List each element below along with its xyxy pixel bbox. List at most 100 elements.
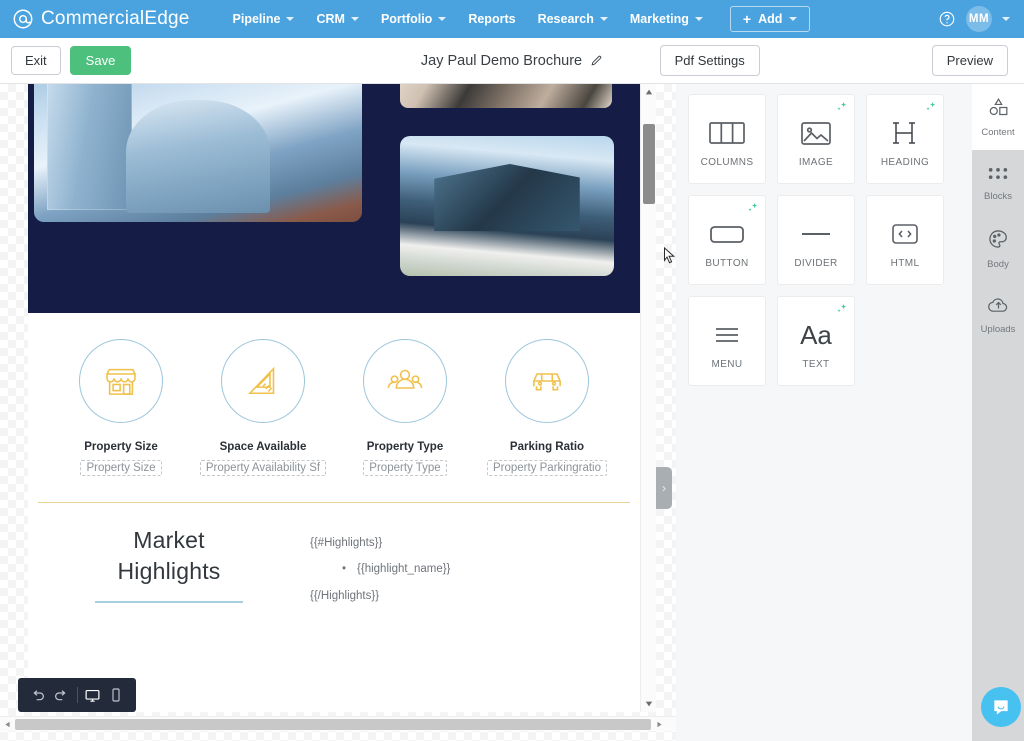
feature-title: Property Size — [84, 441, 158, 453]
feature-token[interactable]: Property Size — [80, 460, 162, 476]
hero-image-primary[interactable] — [34, 84, 362, 222]
feature-property-type[interactable]: Property Type Property Type — [334, 339, 476, 476]
block-label: BUTTON — [705, 257, 749, 269]
property-features-row: Property Size Property Size Space Availa… — [28, 313, 640, 476]
nav-right-group: MM — [938, 6, 1010, 32]
horizontal-scroll-thumb[interactable] — [15, 719, 651, 730]
triangle-left-icon — [4, 721, 10, 727]
feature-space-available[interactable]: Space Available Property Availability Sf — [192, 339, 334, 476]
image-icon — [799, 111, 833, 155]
triangle-down-icon — [645, 701, 653, 707]
chat-support-button[interactable] — [981, 687, 1021, 727]
toolbar-right-group: Pdf Settings Preview — [659, 45, 1008, 76]
canvas-vertical-scrollbar[interactable] — [640, 84, 676, 712]
save-button[interactable]: Save — [69, 46, 132, 75]
scroll-left-button[interactable] — [0, 721, 14, 728]
pencil-icon[interactable] — [590, 54, 603, 67]
rail-item-uploads[interactable]: Uploads — [972, 282, 1024, 348]
scroll-right-button[interactable] — [652, 721, 666, 728]
ai-sparkle-icon — [837, 302, 848, 313]
nav-item-reports[interactable]: Reports — [457, 6, 526, 32]
text-aa-icon: Aa — [800, 319, 832, 350]
avatar[interactable]: MM — [966, 6, 992, 32]
triangle-up-icon — [645, 89, 652, 95]
scroll-up-button[interactable] — [641, 84, 656, 100]
block-label: TEXT — [802, 358, 830, 370]
feature-token[interactable]: Property Availability Sf — [199, 460, 327, 476]
add-button[interactable]: + Add — [729, 6, 811, 32]
mobile-view-button[interactable] — [104, 682, 127, 708]
blocks-grid: COLUMNS IMAGE HEADING BUTTON DIVIDER HTM… — [688, 94, 960, 386]
hero-section[interactable] — [28, 84, 640, 313]
chevron-down-icon[interactable] — [1002, 17, 1010, 21]
nav-item-pipeline[interactable]: Pipeline — [222, 6, 306, 32]
chevron-down-icon — [438, 17, 447, 21]
block-image[interactable]: IMAGE — [777, 94, 855, 184]
panel-collapse-handle[interactable]: › — [656, 467, 672, 509]
feature-title: Parking Ratio — [509, 441, 585, 453]
nav-item-research[interactable]: Research — [527, 6, 619, 32]
hero-image-secondary[interactable] — [400, 136, 614, 276]
nav-item-portfolio[interactable]: Portfolio — [370, 6, 457, 32]
block-html[interactable]: HTML — [866, 195, 944, 285]
chevron-right-icon: › — [662, 481, 666, 495]
heading-line-1: Market — [133, 527, 205, 553]
chevron-down-icon — [286, 17, 295, 21]
nav-item-crm[interactable]: CRM — [305, 6, 369, 32]
canvas-area[interactable]: Property Size Property Size Space Availa… — [0, 84, 676, 741]
block-text[interactable]: Aa TEXT — [777, 296, 855, 386]
brochure-page[interactable]: Property Size Property Size Space Availa… — [28, 84, 640, 712]
market-highlights-body[interactable]: {{#Highlights}} {{highlight_name}} {{/Hi… — [292, 525, 622, 609]
block-label: COLUMNS — [700, 156, 754, 168]
rail-item-label: Uploads — [980, 324, 1016, 335]
block-menu[interactable]: MENU — [688, 296, 766, 386]
market-highlights-heading[interactable]: Market Highlights — [46, 525, 292, 609]
divider-icon — [796, 212, 836, 256]
hero-image-top-right[interactable] — [400, 84, 612, 108]
heading-underline — [95, 600, 243, 603]
grid-dots-icon — [987, 165, 1009, 187]
block-button[interactable]: BUTTON — [688, 195, 766, 285]
canvas-horizontal-scrollbar[interactable] — [0, 716, 676, 731]
nav-item-marketing[interactable]: Marketing — [619, 6, 714, 32]
redo-arrow-icon — [55, 690, 66, 701]
highlights-close-tag: {{/Highlights}} — [310, 589, 380, 602]
feature-property-size[interactable]: Property Size Property Size — [50, 339, 192, 476]
heading-text: Market Highlights — [118, 525, 221, 587]
block-heading[interactable]: HEADING — [866, 94, 944, 184]
at-circle-logo-icon — [12, 8, 34, 30]
desktop-monitor-icon — [85, 689, 100, 702]
rail-item-content[interactable]: Content — [972, 84, 1024, 150]
nav-label: CRM — [316, 12, 345, 26]
main-menu: Pipeline CRM Portfolio Reports Research … — [222, 6, 811, 32]
redo-button[interactable] — [50, 682, 73, 708]
question-circle-icon[interactable] — [938, 10, 956, 28]
set-square-ruler-icon — [248, 366, 275, 395]
brand-logo[interactable]: CommercialEdge — [12, 8, 190, 30]
top-navigation-bar: CommercialEdge Pipeline CRM Portfolio Re… — [0, 0, 1024, 38]
add-button-label: Add — [758, 12, 783, 26]
undo-button[interactable] — [27, 682, 50, 708]
rail-item-blocks[interactable]: Blocks — [972, 150, 1024, 216]
ai-sparkle-icon — [926, 100, 937, 111]
desktop-view-button[interactable] — [81, 682, 104, 708]
chevron-down-icon — [599, 17, 608, 21]
nav-label: Marketing — [629, 12, 689, 26]
feature-token[interactable]: Property Type — [363, 460, 447, 476]
feature-parking-ratio[interactable]: Parking Ratio Property Parkingratio — [476, 339, 618, 476]
device-preview-toolbar — [18, 678, 136, 712]
block-columns[interactable]: COLUMNS — [688, 94, 766, 184]
highlights-bullet-item: {{highlight_name}} — [310, 556, 622, 582]
block-divider[interactable]: DIVIDER — [777, 195, 855, 285]
pdf-settings-button[interactable]: Pdf Settings — [659, 45, 760, 76]
page-title: Jay Paul Demo Brochure — [420, 52, 583, 69]
nav-label: Portfolio — [380, 12, 433, 26]
vertical-scroll-thumb[interactable] — [643, 124, 655, 204]
feature-token[interactable]: Property Parkingratio — [486, 460, 608, 476]
feature-icon-circle — [363, 339, 447, 423]
preview-button[interactable]: Preview — [931, 45, 1008, 76]
mobile-phone-icon — [112, 688, 120, 702]
exit-button[interactable]: Exit — [11, 46, 61, 75]
rail-item-body[interactable]: Body — [972, 216, 1024, 282]
scroll-down-button[interactable] — [641, 696, 657, 712]
